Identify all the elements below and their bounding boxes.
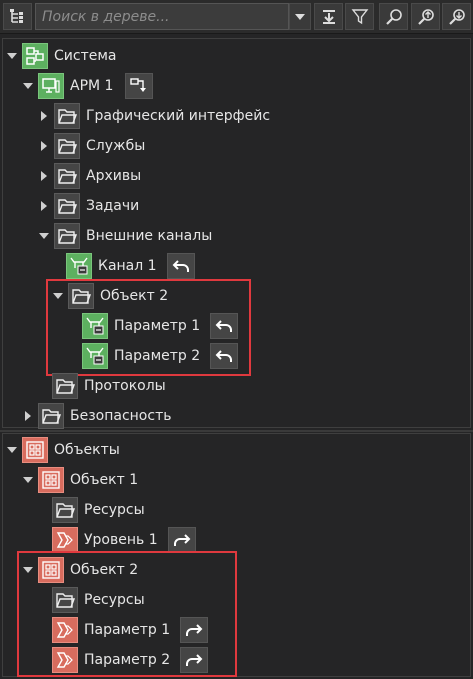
tree-label: Объект 1: [70, 472, 139, 488]
tree-node-system[interactable]: Система: [6, 42, 116, 70]
collapsed-arrow-icon[interactable]: [38, 200, 50, 212]
folder-icon: [52, 497, 78, 523]
tree-label: Объекты: [54, 442, 120, 458]
folder-icon: [54, 163, 80, 189]
panel-divider[interactable]: [0, 430, 473, 432]
expanded-arrow-icon[interactable]: [22, 80, 34, 92]
filter-icon[interactable]: [345, 3, 374, 30]
collapsed-arrow-icon[interactable]: [38, 140, 50, 152]
expanded-arrow-icon[interactable]: [38, 230, 50, 242]
channel-icon: [66, 253, 92, 279]
folder-icon: [54, 133, 80, 159]
object-icon: [38, 467, 64, 493]
tree-node-objects[interactable]: Объекты: [6, 436, 120, 464]
forward-arrow-icon[interactable]: [167, 527, 196, 553]
folder-icon: [38, 403, 64, 429]
tree-label: Графический интерфейс: [86, 108, 271, 124]
collapsed-arrow-icon[interactable]: [22, 410, 34, 422]
tree-node-services[interactable]: Службы: [38, 132, 145, 160]
tree-node-security[interactable]: Безопасность: [22, 402, 171, 430]
tree-label: Архивы: [86, 168, 142, 184]
expanded-arrow-icon[interactable]: [6, 444, 18, 456]
search-input[interactable]: [35, 3, 289, 30]
tree-label: Уровень 1: [84, 532, 158, 548]
collapsed-arrow-icon[interactable]: [38, 170, 50, 182]
object-icon: [22, 437, 48, 463]
search-icon[interactable]: [379, 3, 408, 30]
tree-label: Внешние каналы: [86, 228, 213, 244]
workstation-icon: [38, 73, 64, 99]
expanded-arrow-icon[interactable]: [22, 474, 34, 486]
tree-label: Задачи: [86, 198, 140, 214]
tree-node-channel1[interactable]: Канал 1: [66, 252, 195, 280]
search-down-icon[interactable]: [442, 3, 471, 30]
search-up-icon[interactable]: [411, 3, 440, 30]
back-arrow-icon[interactable]: [166, 253, 195, 279]
tree-label: Протоколы: [84, 378, 166, 394]
tree-node-tasks[interactable]: Задачи: [38, 192, 139, 220]
tree-node-level1[interactable]: Уровень 1: [52, 526, 196, 554]
tree-node-protocols[interactable]: Протоколы: [52, 372, 166, 400]
system-network-icon: [22, 43, 48, 69]
highlight-frame-objects: [17, 551, 237, 677]
folder-icon: [54, 193, 80, 219]
tree-label: Безопасность: [70, 408, 172, 424]
toolbar: [0, 0, 473, 34]
tree-label: Система: [54, 48, 117, 64]
tree-node-object1[interactable]: Объект 1: [22, 466, 138, 494]
highlight-frame-system: [46, 279, 251, 376]
tree-root-icon[interactable]: [3, 3, 32, 30]
tree-node-gui[interactable]: Графический интерфейс: [38, 102, 270, 130]
tree-label: Канал 1: [98, 258, 157, 274]
tree-node-external-channels[interactable]: Внешние каналы: [38, 222, 212, 250]
folder-icon: [52, 373, 78, 399]
tree-label: Службы: [86, 138, 146, 154]
collapse-all-icon[interactable]: [314, 3, 343, 30]
dropdown-icon[interactable]: [289, 3, 311, 30]
tree-label: АРМ 1: [70, 78, 114, 94]
parameter-icon: [52, 527, 78, 553]
collapsed-arrow-icon[interactable]: [38, 110, 50, 122]
folder-icon: [54, 103, 80, 129]
tree-node-resources1[interactable]: Ресурсы: [52, 496, 145, 524]
tree-node-arm1[interactable]: АРМ 1: [22, 72, 154, 100]
expanded-arrow-icon[interactable]: [6, 50, 18, 62]
tree-node-archives[interactable]: Архивы: [38, 162, 141, 190]
folder-icon: [54, 223, 80, 249]
connect-workstation-icon[interactable]: [125, 73, 154, 99]
tree-label: Ресурсы: [84, 502, 145, 518]
